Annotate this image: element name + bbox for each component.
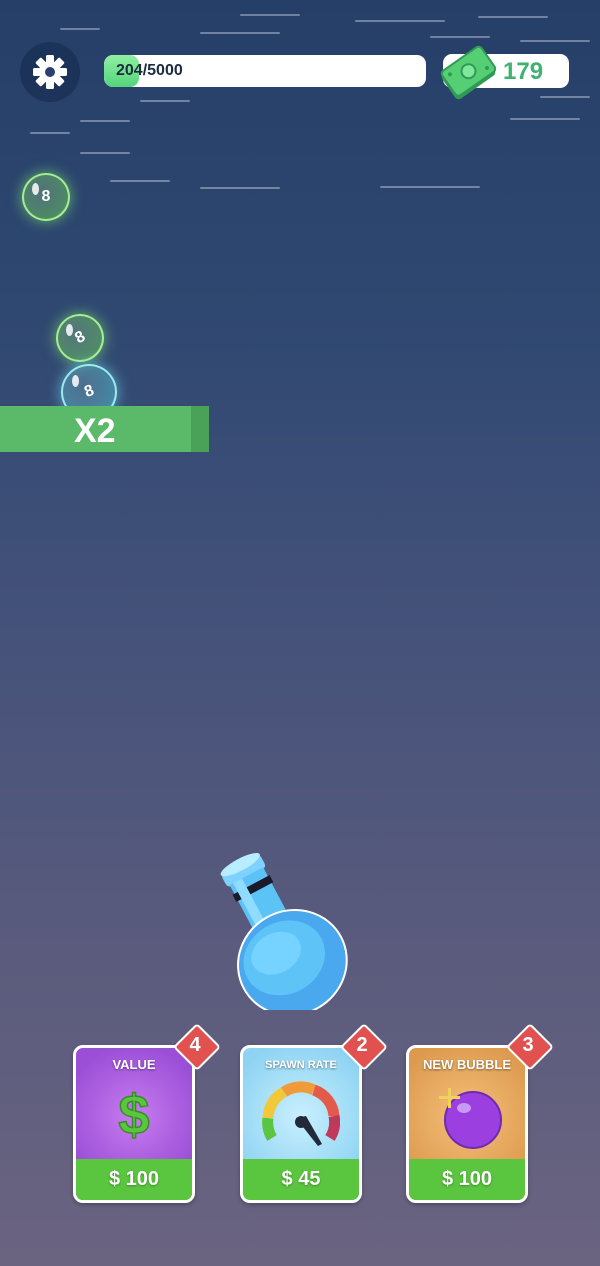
bubble-value: 8 (71, 327, 88, 348)
settings-button[interactable] (20, 42, 80, 102)
upgrade-card-value[interactable]: VALUE $ $ 100 (73, 1045, 195, 1203)
bubble[interactable]: 8 (56, 314, 104, 362)
badge-level: 3 (522, 1034, 534, 1056)
cash-icon (440, 45, 497, 100)
upgrade-level-badge: 4 (172, 1022, 222, 1072)
upgrade-level-badge: 2 (339, 1022, 389, 1072)
badge-level: 2 (356, 1034, 368, 1056)
progress-text: 204/5000 (116, 62, 183, 79)
multiplier-bar: X2 (0, 406, 209, 452)
bubble-icon (439, 1088, 502, 1149)
badge-level: 4 (189, 1034, 201, 1056)
upgrade-price: $ 100 (409, 1159, 525, 1200)
upgrade-level-badge: 3 (505, 1022, 555, 1072)
bubble-value: 8 (81, 382, 96, 402)
upgrade-price: $ 100 (76, 1159, 192, 1200)
dollar-icon: $ (118, 1084, 151, 1144)
bubble[interactable]: 8 (22, 173, 70, 221)
gear-icon (33, 55, 67, 89)
upgrade-card-new-bubble[interactable]: NEW BUBBLE $ 100 (406, 1045, 528, 1203)
gauge-icon (262, 1081, 340, 1146)
bubble-flask-cannon[interactable] (220, 835, 370, 1010)
multiplier-label: X2 (74, 412, 116, 450)
level-progress-bar: 204/5000 (104, 55, 426, 87)
cash-amount: 179 (503, 58, 544, 85)
upgrade-price: $ 45 (243, 1159, 359, 1200)
bubble-value: 8 (41, 188, 51, 205)
svg-text:$: $ (118, 1084, 149, 1144)
upgrade-card-spawn-rate[interactable]: SPAWN RATE $ 45 (240, 1045, 362, 1203)
